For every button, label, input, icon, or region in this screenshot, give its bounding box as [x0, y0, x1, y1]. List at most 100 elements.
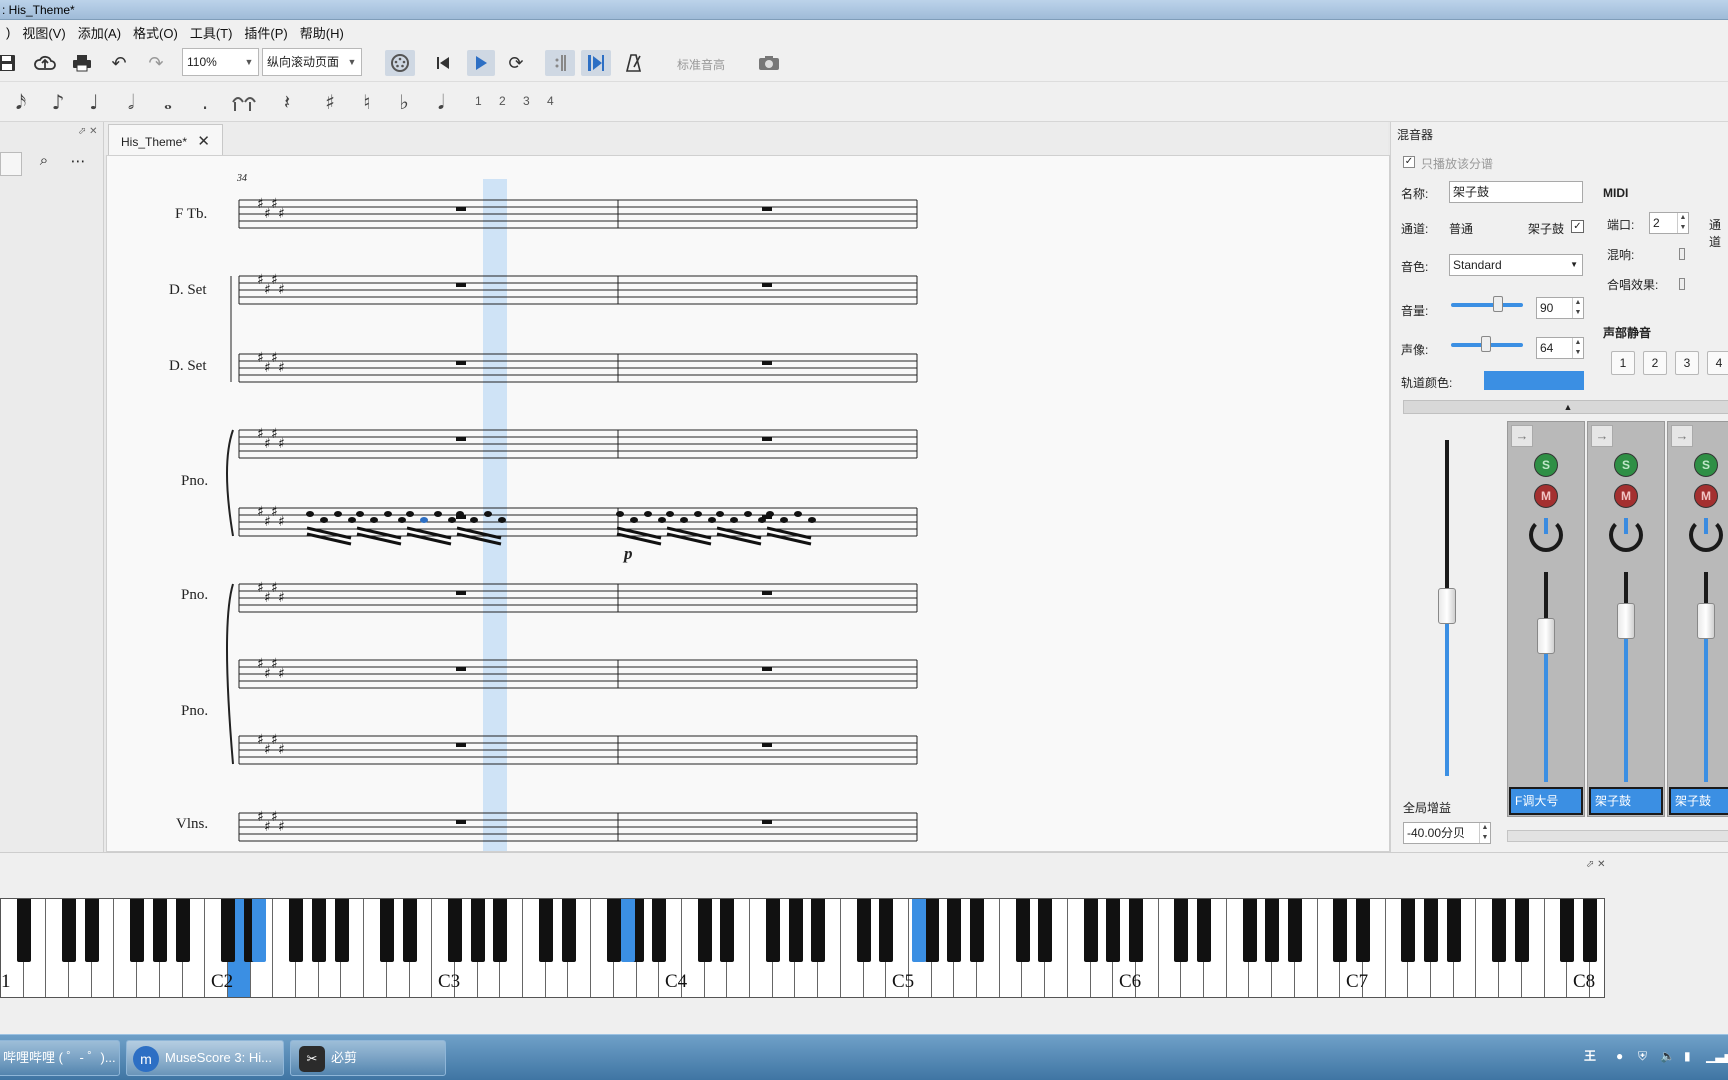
- piano-keyboard[interactable]: 1 C2 C3 C4 C5 C6 C7 C8: [0, 898, 1605, 998]
- black-key[interactable]: [538, 899, 553, 962]
- master-fader-handle[interactable]: [1438, 588, 1456, 624]
- redo-icon[interactable]: ↷: [143, 50, 169, 76]
- black-key[interactable]: [720, 899, 735, 962]
- black-key[interactable]: [924, 899, 939, 962]
- black-key[interactable]: [152, 899, 167, 962]
- save-icon[interactable]: [0, 50, 20, 76]
- play-only-part-checkbox[interactable]: ✓: [1403, 156, 1415, 168]
- solo-button[interactable]: S: [1534, 453, 1558, 477]
- black-key[interactable]: [1038, 899, 1053, 962]
- sound-select[interactable]: Standard ▼: [1449, 254, 1583, 276]
- tie-icon[interactable]: [228, 88, 260, 116]
- pan-score-icon[interactable]: [581, 50, 611, 76]
- black-key[interactable]: [1106, 899, 1121, 962]
- black-key[interactable]: [1356, 899, 1370, 962]
- voice-2-button[interactable]: 2: [499, 94, 506, 108]
- black-key[interactable]: [1492, 899, 1507, 962]
- spin-arrows-icon[interactable]: ▲ ▼: [1572, 298, 1583, 318]
- voice-mute-1-button[interactable]: 1: [1611, 351, 1635, 375]
- black-key[interactable]: [402, 899, 417, 962]
- cloud-upload-icon[interactable]: [32, 50, 58, 76]
- black-key[interactable]: [16, 899, 31, 962]
- close-icon[interactable]: ✕: [197, 132, 210, 150]
- black-key[interactable]: [379, 899, 394, 962]
- black-key[interactable]: [334, 899, 349, 962]
- pan-slider-handle[interactable]: [1481, 336, 1491, 352]
- black-key-highlighted[interactable]: [621, 899, 635, 962]
- black-key[interactable]: [130, 899, 145, 962]
- volume-slider-handle[interactable]: [1493, 296, 1503, 312]
- master-gain-spinbox[interactable]: -40.00分贝 ▲ ▼: [1403, 822, 1491, 844]
- sixteenth-note-icon[interactable]: 𝅘𝅥𝅯: [8, 88, 34, 116]
- channel-enabled-checkbox[interactable]: ✓: [1571, 220, 1584, 233]
- expand-arrow-icon[interactable]: →: [1511, 425, 1533, 447]
- zoom-select[interactable]: 110% ▼: [182, 48, 259, 76]
- chorus-slider[interactable]: [1679, 278, 1685, 290]
- black-key[interactable]: [1446, 899, 1461, 962]
- strip-name-tuba[interactable]: F调大号: [1509, 787, 1583, 815]
- black-key[interactable]: [811, 899, 826, 962]
- black-key[interactable]: [1287, 899, 1302, 962]
- strip-name-drumset-2[interactable]: 架子鼓: [1669, 787, 1728, 815]
- black-key[interactable]: [221, 899, 235, 962]
- concert-pitch-toggle[interactable]: 标准音高: [677, 56, 725, 73]
- volume-fader-handle[interactable]: [1537, 618, 1555, 654]
- pan-spinbox[interactable]: 64 ▲ ▼: [1536, 337, 1584, 359]
- black-key[interactable]: [1583, 899, 1597, 962]
- menu-view[interactable]: 视图(V): [16, 23, 71, 42]
- voice-3-button[interactable]: 3: [523, 94, 530, 108]
- volume-spinbox[interactable]: 90 ▲ ▼: [1536, 297, 1584, 319]
- voice-mute-2-button[interactable]: 2: [1643, 351, 1667, 375]
- tab-his-theme[interactable]: His_Theme* ✕: [108, 124, 223, 155]
- menu-edge[interactable]: ): [0, 25, 16, 40]
- black-key[interactable]: [1401, 899, 1416, 962]
- black-key[interactable]: [765, 899, 780, 962]
- menu-plugins[interactable]: 插件(P): [238, 23, 293, 42]
- rewind-icon[interactable]: [430, 50, 456, 76]
- volume-slider[interactable]: [1451, 303, 1523, 307]
- mute-button[interactable]: M: [1614, 484, 1638, 508]
- spin-arrows-icon[interactable]: ▲ ▼: [1479, 823, 1490, 843]
- quarter-note-icon[interactable]: ♩: [81, 88, 107, 116]
- black-key[interactable]: [175, 899, 190, 962]
- natural-icon[interactable]: ♮: [354, 88, 380, 116]
- undock-icon[interactable]: ⬀ ✕: [78, 126, 98, 137]
- port-spinbox[interactable]: 2 ▲ ▼: [1649, 212, 1689, 234]
- eighth-note-icon[interactable]: ♪: [45, 88, 71, 116]
- voice-mute-4-button[interactable]: 4: [1707, 351, 1728, 375]
- flat-icon[interactable]: ♭: [391, 88, 417, 116]
- loop-icon[interactable]: ⟳: [503, 50, 529, 76]
- menu-tools[interactable]: 工具(T): [184, 23, 239, 42]
- volume-icon[interactable]: 🔈: [1660, 1049, 1675, 1063]
- sharp-icon[interactable]: ♯: [317, 88, 343, 116]
- black-key[interactable]: [561, 899, 576, 962]
- reverb-slider[interactable]: [1679, 248, 1685, 260]
- ime-indicator[interactable]: 王: [1584, 1047, 1596, 1064]
- black-key[interactable]: [947, 899, 962, 962]
- black-key[interactable]: [606, 899, 621, 962]
- solo-button[interactable]: S: [1614, 453, 1638, 477]
- mute-button[interactable]: M: [1534, 484, 1558, 508]
- black-key[interactable]: [311, 899, 326, 962]
- view-mode-select[interactable]: 纵向滚动页面 ▼: [262, 48, 362, 76]
- menu-format[interactable]: 格式(O): [127, 23, 184, 42]
- strip-name-drumset-1[interactable]: 架子鼓: [1589, 787, 1663, 815]
- task-musescore[interactable]: m MuseScore 3: Hi...: [126, 1040, 284, 1076]
- half-note-icon[interactable]: 𝅗𝅥: [118, 88, 144, 116]
- collapse-details-button[interactable]: ▲: [1403, 400, 1728, 414]
- volume-fader-handle[interactable]: [1697, 603, 1715, 639]
- black-key[interactable]: [697, 899, 712, 962]
- black-key[interactable]: [1242, 899, 1257, 962]
- black-key[interactable]: [652, 899, 667, 962]
- undo-icon[interactable]: ↶: [106, 50, 132, 76]
- black-key[interactable]: [470, 899, 485, 962]
- task-bijian[interactable]: ✂ 必剪: [290, 1040, 446, 1076]
- network-icon[interactable]: ▮: [1684, 1049, 1691, 1063]
- black-key[interactable]: [1129, 899, 1143, 962]
- mute-button[interactable]: M: [1694, 484, 1718, 508]
- print-icon[interactable]: [69, 50, 95, 76]
- security-shield-icon[interactable]: ⛨: [1638, 1049, 1647, 1064]
- black-key[interactable]: [1265, 899, 1280, 962]
- black-key[interactable]: [1083, 899, 1098, 962]
- black-key[interactable]: [1333, 899, 1348, 962]
